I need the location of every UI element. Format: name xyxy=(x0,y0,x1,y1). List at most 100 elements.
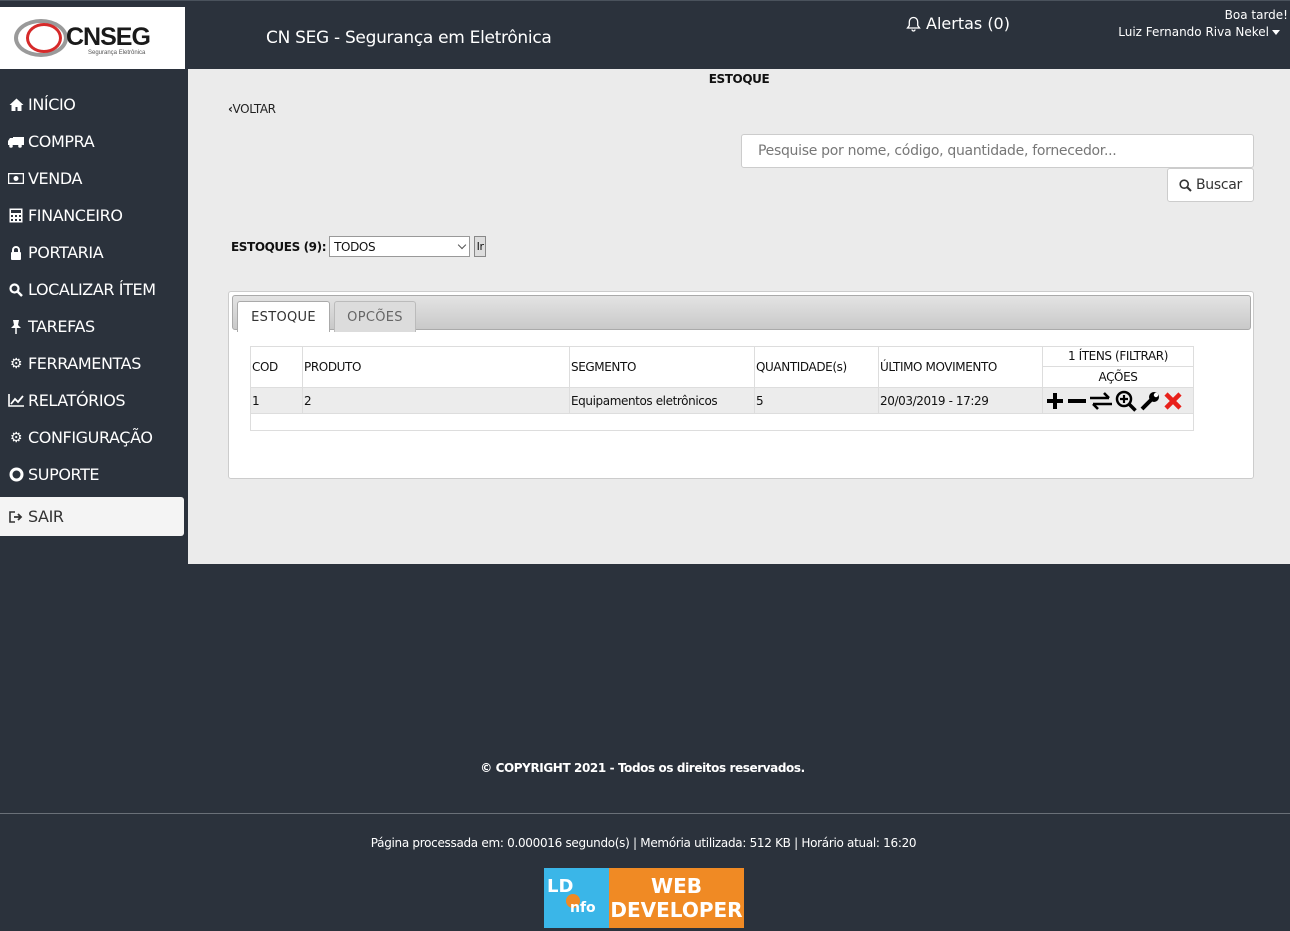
empty-cell xyxy=(250,413,1194,431)
logo[interactable]: CNSEG Segurança Eletrônica xyxy=(0,7,185,69)
cell-ultimo-movimento: 20/03/2019 - 17:29 xyxy=(878,387,1043,414)
actions-header: 1 ÍTENS (FILTRAR) AÇÕES xyxy=(1042,346,1194,388)
main-content: ESTOQUE ‹VOLTAR Pesquise por nome, códig… xyxy=(188,69,1290,564)
sidebar-item-compra[interactable]: COMPRA xyxy=(0,123,188,160)
tab-opcoes[interactable]: OPCÕES xyxy=(334,301,416,332)
minus-icon[interactable] xyxy=(1067,391,1087,411)
money-icon xyxy=(8,173,24,184)
badge-logo: LD nfo xyxy=(544,868,609,928)
sidebar-item-label: TAREFAS xyxy=(28,317,95,336)
column-header-produto: PRODUTO xyxy=(302,346,570,388)
sidebar-item-localizar[interactable]: LOCALIZAR ÍTEM xyxy=(0,271,188,308)
search-icon xyxy=(8,282,24,297)
tab-estoque[interactable]: ESTOQUE xyxy=(237,301,330,332)
sidebar-item-label: COMPRA xyxy=(28,132,95,151)
stock-filter: ESTOQUES (9): TODOS Ir xyxy=(231,236,487,257)
sidebar-item-portaria[interactable]: PORTARIA xyxy=(0,234,188,271)
table-header-row: COD PRODUTO SEGMENTO QUANTIDADE(s) ÚLTIM… xyxy=(250,346,1194,388)
stock-panel: ESTOQUE OPCÕES COD PRODUTO SEGMENTO QUAN… xyxy=(228,291,1254,479)
chart-icon xyxy=(8,394,24,407)
badge-line-1: WEB xyxy=(651,874,702,898)
stock-table: COD PRODUTO SEGMENTO QUANTIDADE(s) ÚLTIM… xyxy=(250,346,1194,431)
back-label: VOLTAR xyxy=(232,102,276,116)
sidebar-item-label: VENDA xyxy=(28,169,83,188)
tab-bar: ESTOQUE OPCÕES xyxy=(232,295,1251,332)
search-input[interactable]: Pesquise por nome, código, quantidade, f… xyxy=(741,134,1254,168)
zoom-in-icon[interactable] xyxy=(1115,390,1137,412)
sidebar-item-venda[interactable]: VENDA xyxy=(0,160,188,197)
copyright: © COPYRIGHT 2021 - Todos os direitos res… xyxy=(480,761,805,775)
sidebar-item-label: LOCALIZAR ÍTEM xyxy=(28,280,156,299)
column-header-ultimo-movimento: ÚLTIMO MOVIMENTO xyxy=(878,346,1043,388)
footer-divider xyxy=(0,813,1290,814)
top-bar: CNSEG Segurança Eletrônica CN SEG - Segu… xyxy=(0,0,1290,69)
search-button-label: Buscar xyxy=(1195,177,1242,193)
stock-select-value: TODOS xyxy=(334,239,376,254)
greeting: Boa tarde! xyxy=(1224,8,1288,22)
items-filter-link[interactable]: 1 ÍTENS (FILTRAR) xyxy=(1043,347,1193,367)
sidebar-item-label: PORTARIA xyxy=(28,243,104,262)
stock-select[interactable]: TODOS xyxy=(329,236,471,257)
sidebar-item-relatorios[interactable]: RELATÓRIOS xyxy=(0,382,188,419)
sidebar-item-label: CONFIGURAÇÃO xyxy=(28,428,153,447)
lifebuoy-icon xyxy=(8,467,24,482)
delete-icon[interactable] xyxy=(1163,391,1183,411)
search-button[interactable]: Buscar xyxy=(1167,168,1254,202)
sidebar-item-label: RELATÓRIOS xyxy=(28,391,126,410)
calculator-icon xyxy=(8,208,24,223)
user-menu[interactable]: Luiz Fernando Riva Nekel xyxy=(1118,25,1280,39)
wrench-icon[interactable] xyxy=(1139,390,1161,412)
chevron-down-icon xyxy=(457,240,467,249)
app-title: CN SEG - Segurança em Eletrônica xyxy=(266,28,552,48)
alerts-link[interactable]: Alertas (0) xyxy=(906,14,1010,33)
gears-icon: ⚙ xyxy=(9,429,23,446)
go-button[interactable]: Ir xyxy=(474,236,487,257)
sidebar-item-label: INÍCIO xyxy=(28,95,76,114)
cell-produto: 2 xyxy=(302,387,570,414)
logo-subtitle: Segurança Eletrônica xyxy=(88,50,146,56)
table-row[interactable]: 1 2 Equipamentos eletrônicos 5 20/03/201… xyxy=(250,387,1194,414)
sidebar-item-label: FINANCEIRO xyxy=(28,206,123,225)
user-name: Luiz Fernando Riva Nekel xyxy=(1118,25,1269,39)
cell-cod: 1 xyxy=(250,387,303,414)
alerts-label: Alertas (0) xyxy=(926,14,1010,33)
bell-icon xyxy=(906,16,921,32)
actions-label: AÇÕES xyxy=(1098,370,1138,384)
table-empty-row xyxy=(250,413,1194,431)
sidebar-item-ferramentas[interactable]: ⚙ FERRAMENTAS xyxy=(0,345,188,382)
cell-actions xyxy=(1042,387,1194,414)
badge-left-sub: nfo xyxy=(570,900,596,916)
sidebar-item-configuracao[interactable]: ⚙ CONFIGURAÇÃO xyxy=(0,419,188,456)
sidebar-item-inicio[interactable]: INÍCIO xyxy=(0,86,188,123)
sidebar-item-tarefas[interactable]: TAREFAS xyxy=(0,308,188,345)
back-link[interactable]: ‹VOLTAR xyxy=(228,102,276,116)
column-header-cod: COD xyxy=(250,346,303,388)
cell-quantidade: 5 xyxy=(754,387,879,414)
transfer-icon[interactable] xyxy=(1089,391,1113,411)
pin-icon xyxy=(8,319,24,334)
sidebar-item-label: SAIR xyxy=(28,507,64,526)
sidebar: INÍCIO COMPRA VENDA FINANCEIRO PORTARIA … xyxy=(0,86,188,536)
logo-text: CNSEG xyxy=(66,23,151,51)
gear-icon: ⚙ xyxy=(9,355,23,372)
sidebar-item-financeiro[interactable]: FINANCEIRO xyxy=(0,197,188,234)
home-icon xyxy=(8,98,24,111)
column-header-quantidade: QUANTIDADE(s) xyxy=(754,346,879,388)
lock-icon xyxy=(8,245,24,260)
column-header-segmento: SEGMENTO xyxy=(569,346,755,388)
sidebar-item-suporte[interactable]: SUPORTE xyxy=(0,456,188,493)
plus-icon[interactable] xyxy=(1045,391,1065,411)
badge-text: WEB DEVELOPER xyxy=(609,868,744,928)
sign-out-icon xyxy=(8,510,24,523)
sidebar-item-label: FERRAMENTAS xyxy=(28,354,141,373)
page-title: ESTOQUE xyxy=(708,72,770,86)
sidebar-item-sair[interactable]: SAIR xyxy=(0,497,184,536)
cell-segmento: Equipamentos eletrônicos xyxy=(569,387,755,414)
filter-label: ESTOQUES (9): xyxy=(231,239,327,254)
caret-down-icon xyxy=(1272,30,1280,35)
processing-info: Página processada em: 0.000016 segundo(s… xyxy=(370,836,917,850)
truck-icon xyxy=(8,136,24,148)
badge-line-2: DEVELOPER xyxy=(610,898,743,922)
developer-badge[interactable]: LD nfo WEB DEVELOPER xyxy=(544,868,744,928)
logo-ring-inner xyxy=(26,23,62,53)
